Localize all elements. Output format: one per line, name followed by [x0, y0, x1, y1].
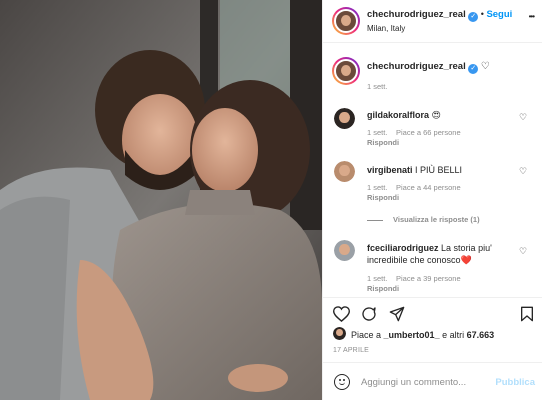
comment-avatar[interactable] — [334, 161, 355, 182]
comment-like-heart-icon[interactable]: ♡ — [519, 166, 527, 177]
comment-likes[interactable]: Piace a 39 persone — [396, 274, 461, 283]
comment-time[interactable]: 1 sett. — [367, 128, 387, 137]
red-heart-emoji-icon: ❤️ — [460, 255, 472, 265]
reply-button[interactable]: Rispondi — [367, 193, 399, 202]
comment-input[interactable]: Aggiungi un commento... — [361, 377, 466, 388]
comment-username[interactable]: fceciliarodriguez — [367, 243, 439, 253]
view-replies-line — [367, 220, 383, 221]
post-date[interactable]: 17 APRILE — [333, 347, 369, 354]
comment-1: gildakoralflora 😍 — [367, 110, 441, 121]
view-replies-button[interactable]: Visualizza le risposte (1) — [393, 215, 480, 224]
liker-username[interactable]: _umberto01_ — [384, 330, 440, 340]
comment-text: 😍 — [431, 110, 441, 120]
follow-button[interactable]: Segui — [486, 9, 512, 20]
caption-username[interactable]: chechurodriguez_real — [367, 61, 466, 72]
comment-time[interactable]: 1 sett. — [367, 183, 387, 192]
author-username[interactable]: chechurodriguez_real — [367, 9, 466, 20]
instagram-post: chechurodriguez_real ✓ • Segui Milan, It… — [0, 0, 542, 400]
caption-heart-icon: ♡ — [480, 61, 490, 72]
comment-like-heart-icon[interactable]: ♡ — [519, 112, 527, 123]
comment-likes[interactable]: Piace a 44 persone — [396, 183, 461, 192]
comment-avatar[interactable] — [334, 108, 355, 129]
comment-likes[interactable]: Piace a 66 persone — [396, 128, 461, 137]
add-comment-bar: Aggiungi un commento... Pubblica — [323, 362, 542, 400]
more-options-icon[interactable]: ••• — [529, 12, 535, 21]
bookmark-icon[interactable] — [520, 306, 534, 322]
author-avatar[interactable] — [332, 7, 360, 35]
reply-button[interactable]: Rispondi — [367, 138, 399, 147]
post-location[interactable]: Milan, Italy — [367, 24, 405, 33]
likes-count[interactable]: 67.663 — [467, 330, 495, 340]
comment-time[interactable]: 1 sett. — [367, 274, 387, 283]
publish-button[interactable]: Pubblica — [495, 377, 535, 388]
caption-time[interactable]: 1 sett. — [367, 82, 387, 91]
comment-text: incredibile che conosco — [367, 255, 461, 265]
separator-dot: • — [480, 9, 484, 19]
comment-like-heart-icon[interactable]: ♡ — [519, 246, 527, 257]
couple-selfie-image — [0, 0, 322, 400]
likes-summary: Piace a _umberto01_ e altri 67.663 — [351, 330, 494, 340]
comment-text: La storia piu' — [441, 243, 492, 253]
liker-avatar[interactable] — [333, 327, 346, 340]
comment-2: virgibenati I PIÙ BELLI — [367, 165, 462, 175]
verified-badge-icon: ✓ — [468, 12, 479, 22]
comment-username[interactable]: gildakoralflora — [367, 110, 429, 120]
likes-suffix: e altri — [442, 330, 465, 340]
comment-avatar[interactable] — [334, 240, 355, 261]
heart-icon[interactable] — [333, 306, 350, 322]
reply-button[interactable]: Rispondi — [367, 284, 399, 293]
send-icon[interactable] — [389, 306, 405, 322]
post-header: chechurodriguez_real ✓ • Segui Milan, It… — [323, 0, 542, 43]
comment-text: I PIÙ BELLI — [415, 165, 463, 175]
emoji-icon[interactable] — [334, 374, 350, 390]
likes-prefix: Piace a — [351, 330, 382, 340]
post-photo[interactable] — [0, 0, 322, 400]
post-side-panel: chechurodriguez_real ✓ • Segui Milan, It… — [322, 0, 542, 400]
caption-avatar[interactable] — [332, 57, 360, 85]
comment-username[interactable]: virgibenati — [367, 165, 413, 175]
comment-icon[interactable] — [361, 306, 377, 322]
verified-badge-icon: ✓ — [468, 64, 479, 74]
comment-3: fceciliarodriguez La storia piu' incredi… — [367, 242, 522, 266]
